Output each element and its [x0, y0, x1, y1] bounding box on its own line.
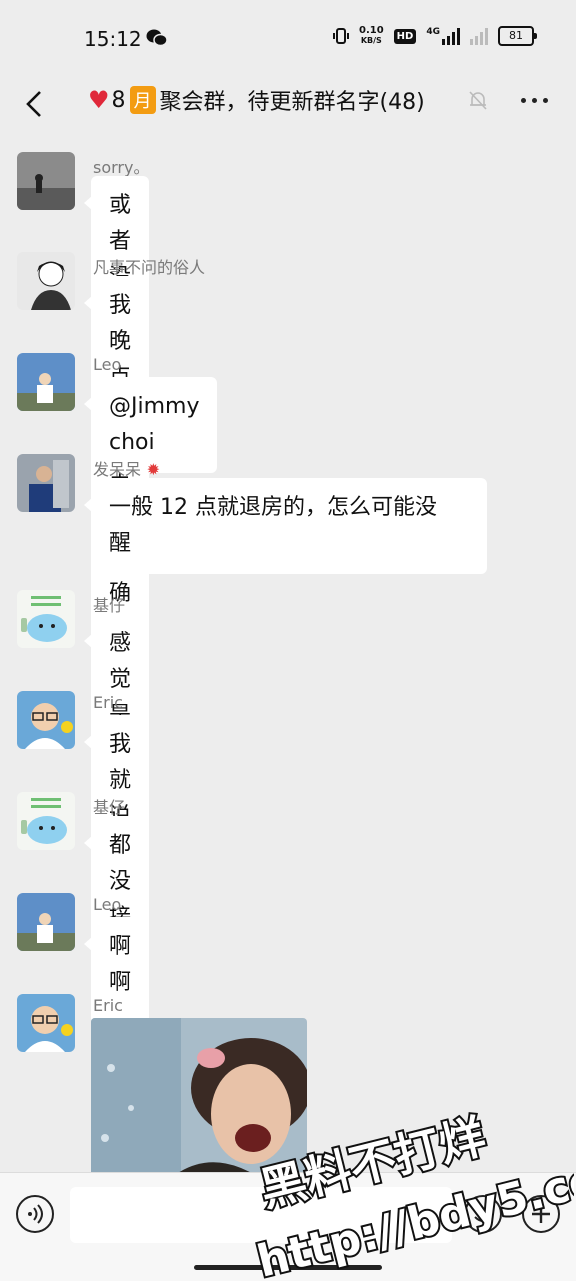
status-time: 15:12	[84, 27, 142, 51]
net-speed: 0.10 KB/S	[358, 25, 384, 46]
message-bubble[interactable]: 一般 12 点就退房的，怎么可能没 醒	[84, 478, 487, 574]
avatar[interactable]	[17, 152, 75, 210]
avatar[interactable]	[17, 454, 75, 512]
sender-name: 凡事不问的俗人	[93, 258, 206, 277]
sender-name: 基仔	[93, 798, 126, 817]
sender-name: Eric	[93, 996, 123, 1015]
title-bar: ♥ 8 月 聚会群，待更新群名字(48)	[0, 76, 576, 136]
smiley-icon	[474, 1209, 492, 1222]
anger-emoji-icon: ✹	[141, 460, 160, 479]
chat-title: ♥ 8 月 聚会群，待更新群名字(48)	[88, 86, 425, 115]
voice-icon	[28, 1204, 43, 1224]
home-indicator[interactable]	[194, 1265, 382, 1270]
month-badge: 月	[129, 86, 156, 114]
sender-name: 基仔	[93, 596, 126, 615]
signal-icon	[470, 27, 488, 45]
avatar[interactable]	[17, 792, 75, 850]
avatar[interactable]	[17, 590, 75, 648]
image-message[interactable]	[91, 1018, 307, 1172]
avatar[interactable]	[17, 691, 75, 749]
heart-icon: ♥	[88, 86, 110, 114]
sender-name: Eric	[93, 693, 123, 712]
message-list[interactable]: sorry。 或者没有睡醒呢 凡事不问的俗人 我晚点再给电话去确认下 Leo @…	[0, 140, 576, 1172]
more-actions-button[interactable]	[522, 1195, 560, 1233]
avatar[interactable]	[17, 893, 75, 951]
more-icon[interactable]	[521, 98, 548, 103]
sender-name: sorry。	[93, 158, 150, 177]
sender-name: Leo	[93, 355, 122, 374]
avatar[interactable]	[17, 994, 75, 1052]
input-bar	[0, 1172, 576, 1281]
mute-bell-icon	[469, 91, 487, 110]
avatar[interactable]	[17, 252, 75, 310]
voice-button[interactable]	[16, 1195, 54, 1233]
sender-name: 发呆呆 ✹	[93, 460, 160, 479]
signal-4g: 4G	[426, 27, 460, 45]
battery: 81	[498, 26, 537, 46]
plus-icon	[532, 1205, 550, 1223]
hd-badge: HD	[393, 28, 417, 44]
status-bar: 15:12 0.10 KB/S HD 4G 81	[0, 0, 576, 76]
sender-name: Leo	[93, 895, 122, 914]
back-icon[interactable]	[20, 86, 50, 122]
emoji-button[interactable]	[464, 1195, 502, 1233]
vibrate-icon	[332, 28, 349, 44]
message-input[interactable]	[70, 1187, 452, 1243]
avatar[interactable]	[17, 353, 75, 411]
wechat-icon	[146, 29, 168, 47]
